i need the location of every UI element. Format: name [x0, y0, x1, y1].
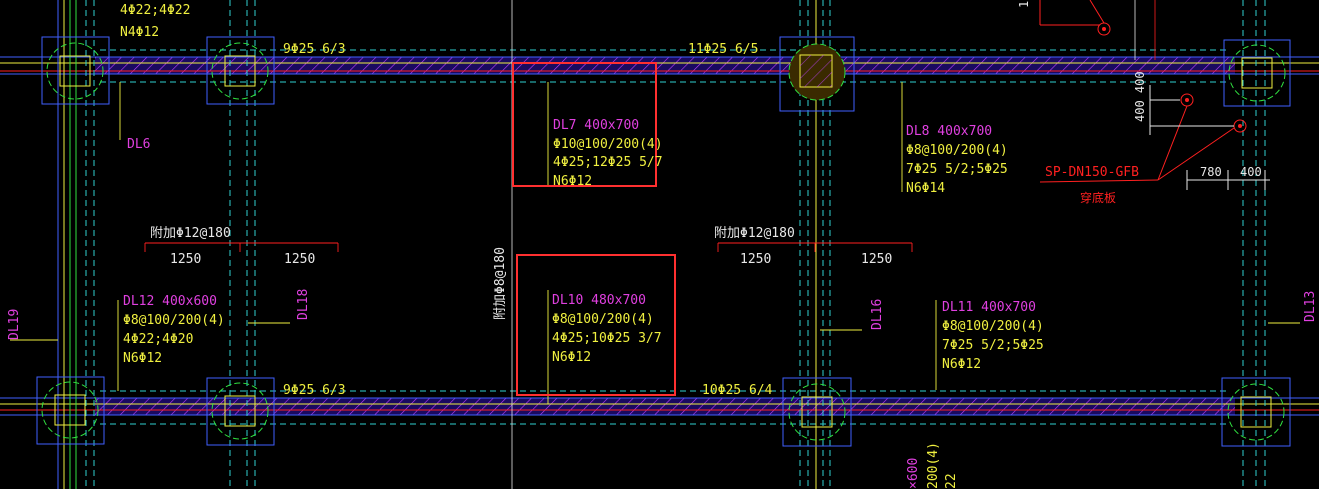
pipe-dim-780: 780 — [1200, 165, 1222, 179]
additional-bar-dim-right-2: 1250 — [861, 252, 892, 267]
beam-dl7-rebar: 4Φ25;12Φ25 5/7 — [553, 155, 663, 170]
pipe-top-tick: 1 — [1017, 1, 1031, 8]
beam-dl12-side: N6Φ12 — [123, 351, 162, 366]
beam-dl11-rebar: 7Φ25 5/2;5Φ25 — [942, 338, 1044, 353]
beam-label-dl18[interactable]: DL18 — [296, 289, 311, 320]
bottom-clipped-2: 200(4) — [926, 442, 941, 489]
beam-dl8-side: N6Φ14 — [906, 181, 945, 196]
additional-bar-dims-left — [144, 242, 339, 252]
rebar-label-bottom-left: 9Φ25 6/3 — [283, 383, 346, 398]
additional-bar-title-left: 附加Φ12@180 — [150, 226, 231, 241]
beam-dl10-stirrup: Φ8@100/200(4) — [552, 312, 654, 327]
additional-bar-title-right: 附加Φ12@180 — [714, 226, 795, 241]
pipe-sublabel: 穿底板 — [1080, 190, 1116, 205]
beam-dl8-rebar: 7Φ25 5/2;5Φ25 — [906, 162, 1008, 177]
beam-dl7-name[interactable]: DL7 400x700 — [553, 118, 639, 133]
beam-dl7-stirrup: Φ10@100/200(4) — [553, 137, 663, 152]
bottom-clipped-3: 22 — [944, 473, 959, 489]
beam-label-dl19[interactable]: DL19 — [7, 309, 22, 340]
beam-band-top — [0, 49, 1319, 83]
beam-dl12-name[interactable]: DL12 400x600 — [123, 294, 217, 309]
cad-drawing-canvas[interactable]: 4Φ22;4Φ22 N4Φ12 9Φ25 6/3 11Φ25 6/5 9Φ25 … — [0, 0, 1319, 489]
beam-label-dl13[interactable]: DL13 — [1303, 291, 1318, 322]
beam-dl11-stirrup: Φ8@100/200(4) — [942, 319, 1044, 334]
additional-bar-dim-left-2: 1250 — [284, 252, 315, 267]
additional-bar-dim-right-1: 1250 — [740, 252, 771, 267]
additional-bar-vertical: 附加Φ8@180 — [493, 247, 508, 320]
rebar-label-top-mid: 11Φ25 6/5 — [688, 42, 758, 57]
pipe-vdim: 400 400 — [1133, 71, 1147, 122]
beam-dl10-name[interactable]: DL10 480x700 — [552, 293, 646, 308]
pipe-label[interactable]: SP-DN150-GFB — [1045, 165, 1139, 180]
pipe-dim-400: 400 — [1240, 165, 1262, 179]
bottom-clipped-1: ×600 — [906, 458, 921, 489]
beam-dl12-rebar: 4Φ22;4Φ20 — [123, 332, 193, 347]
beam-label-dl6[interactable]: DL6 — [127, 137, 150, 152]
beam-label-dl16[interactable]: DL16 — [870, 299, 885, 330]
beam-dl12-stirrup: Φ8@100/200(4) — [123, 313, 225, 328]
beam-dl10-rebar: 4Φ25;10Φ25 3/7 — [552, 331, 662, 346]
beam-dl11-name[interactable]: DL11 400x700 — [942, 300, 1036, 315]
beam-dl8-name[interactable]: DL8 400x700 — [906, 124, 992, 139]
beam-dl11-side: N6Φ12 — [942, 357, 981, 372]
beam-dl8-stirrup: Φ8@100/200(4) — [906, 143, 1008, 158]
pile-cap-3[interactable] — [779, 36, 855, 112]
rebar-label-bottom-mid: 10Φ25 6/4 — [702, 383, 773, 398]
rebar-label-top-left: 9Φ25 6/3 — [283, 42, 346, 57]
top-clipped-line1: 4Φ22;4Φ22 — [120, 3, 190, 18]
top-clipped-line2: N4Φ12 — [120, 25, 159, 40]
beam-dl7-side: N6Φ12 — [553, 174, 592, 189]
additional-bar-dim-left-1: 1250 — [170, 252, 201, 267]
beam-dl10-side: N6Φ12 — [552, 350, 591, 365]
additional-bar-dims-right — [717, 242, 913, 252]
